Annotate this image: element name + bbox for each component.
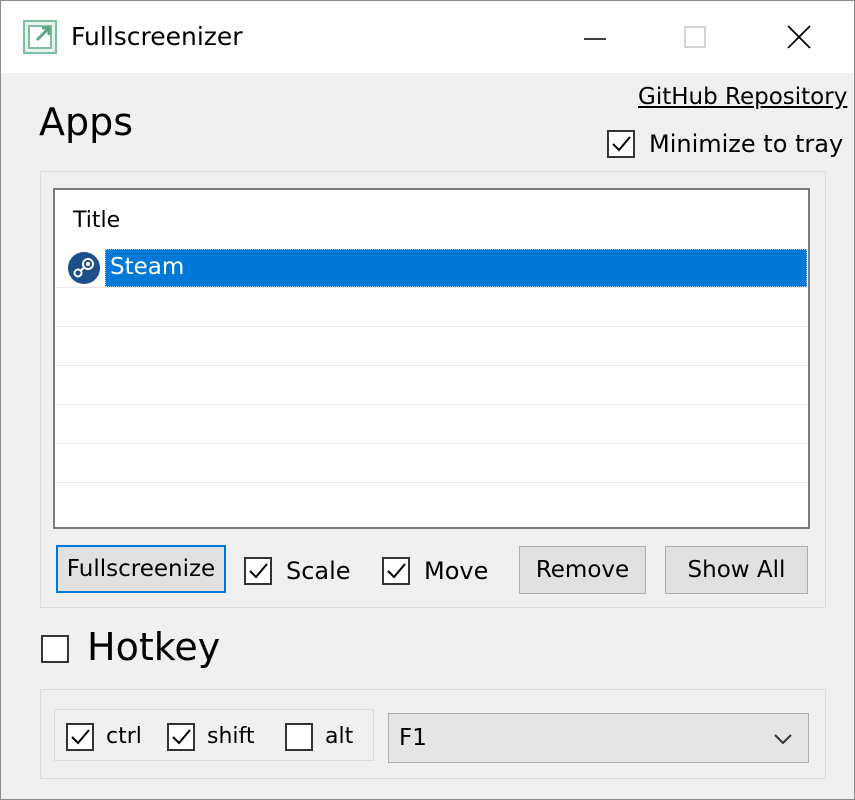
checkbox-box[interactable] [244, 557, 272, 585]
ctrl-label: ctrl [106, 724, 142, 749]
row-divider [55, 404, 808, 405]
show-all-button[interactable]: Show All [665, 546, 808, 594]
checkmark-icon [71, 729, 90, 745]
checkbox-box[interactable] [66, 723, 94, 751]
chevron-down-icon[interactable] [772, 728, 794, 750]
checkbox-box[interactable] [167, 723, 195, 751]
row-divider [55, 482, 808, 483]
window-title: Fullscreenizer [71, 22, 243, 51]
checkbox-box[interactable] [607, 130, 635, 158]
minimize-icon [584, 38, 606, 40]
fullscreenize-button[interactable]: Fullscreenize [56, 545, 226, 593]
checkmark-icon [612, 136, 631, 152]
list-item-title: Steam [110, 254, 185, 280]
checkmark-icon [387, 563, 406, 579]
hotkey-key-select[interactable]: F1 [388, 713, 809, 763]
minimize-to-tray-label: Minimize to tray [649, 130, 844, 158]
title-bar[interactable]: Fullscreenizer [1, 1, 854, 73]
hotkey-key-value: F1 [399, 725, 427, 751]
hotkey-checkbox[interactable] [41, 635, 69, 663]
app-window: Fullscreenizer GitHub Repository Apps Mi… [0, 0, 855, 800]
row-divider [55, 365, 808, 366]
row-divider [55, 326, 808, 327]
close-button[interactable] [747, 1, 851, 73]
checkbox-box[interactable] [41, 635, 69, 663]
move-label: Move [424, 557, 489, 585]
row-divider [55, 287, 808, 288]
scale-checkbox[interactable]: Scale [244, 556, 351, 586]
remove-button[interactable]: Remove [519, 546, 646, 594]
checkmark-icon [172, 729, 191, 745]
ctrl-checkbox[interactable]: ctrl [66, 722, 142, 752]
apps-list[interactable]: Title Steam [53, 188, 810, 529]
shift-checkbox[interactable]: shift [167, 722, 255, 752]
checkmark-icon [249, 563, 268, 579]
apps-heading: Apps [39, 100, 134, 144]
row-divider [55, 443, 808, 444]
shift-label: shift [207, 724, 255, 749]
maximize-icon [684, 26, 706, 48]
hotkey-heading: Hotkey [87, 625, 221, 669]
checkbox-box[interactable] [285, 723, 313, 751]
maximize-button[interactable] [643, 1, 747, 73]
github-repository-link[interactable]: GitHub Repository [638, 83, 847, 111]
close-icon [787, 25, 811, 49]
minimize-to-tray-checkbox[interactable]: Minimize to tray [607, 129, 843, 159]
column-header-title[interactable]: Title [73, 207, 120, 235]
checkbox-box[interactable] [382, 557, 410, 585]
steam-icon [67, 251, 101, 285]
scale-label: Scale [286, 557, 351, 585]
alt-label: alt [325, 724, 354, 749]
list-item[interactable]: Steam [105, 249, 807, 287]
minimize-button[interactable] [543, 1, 647, 73]
app-window-icon [23, 20, 57, 54]
move-checkbox[interactable]: Move [382, 556, 488, 586]
alt-checkbox[interactable]: alt [285, 722, 353, 752]
